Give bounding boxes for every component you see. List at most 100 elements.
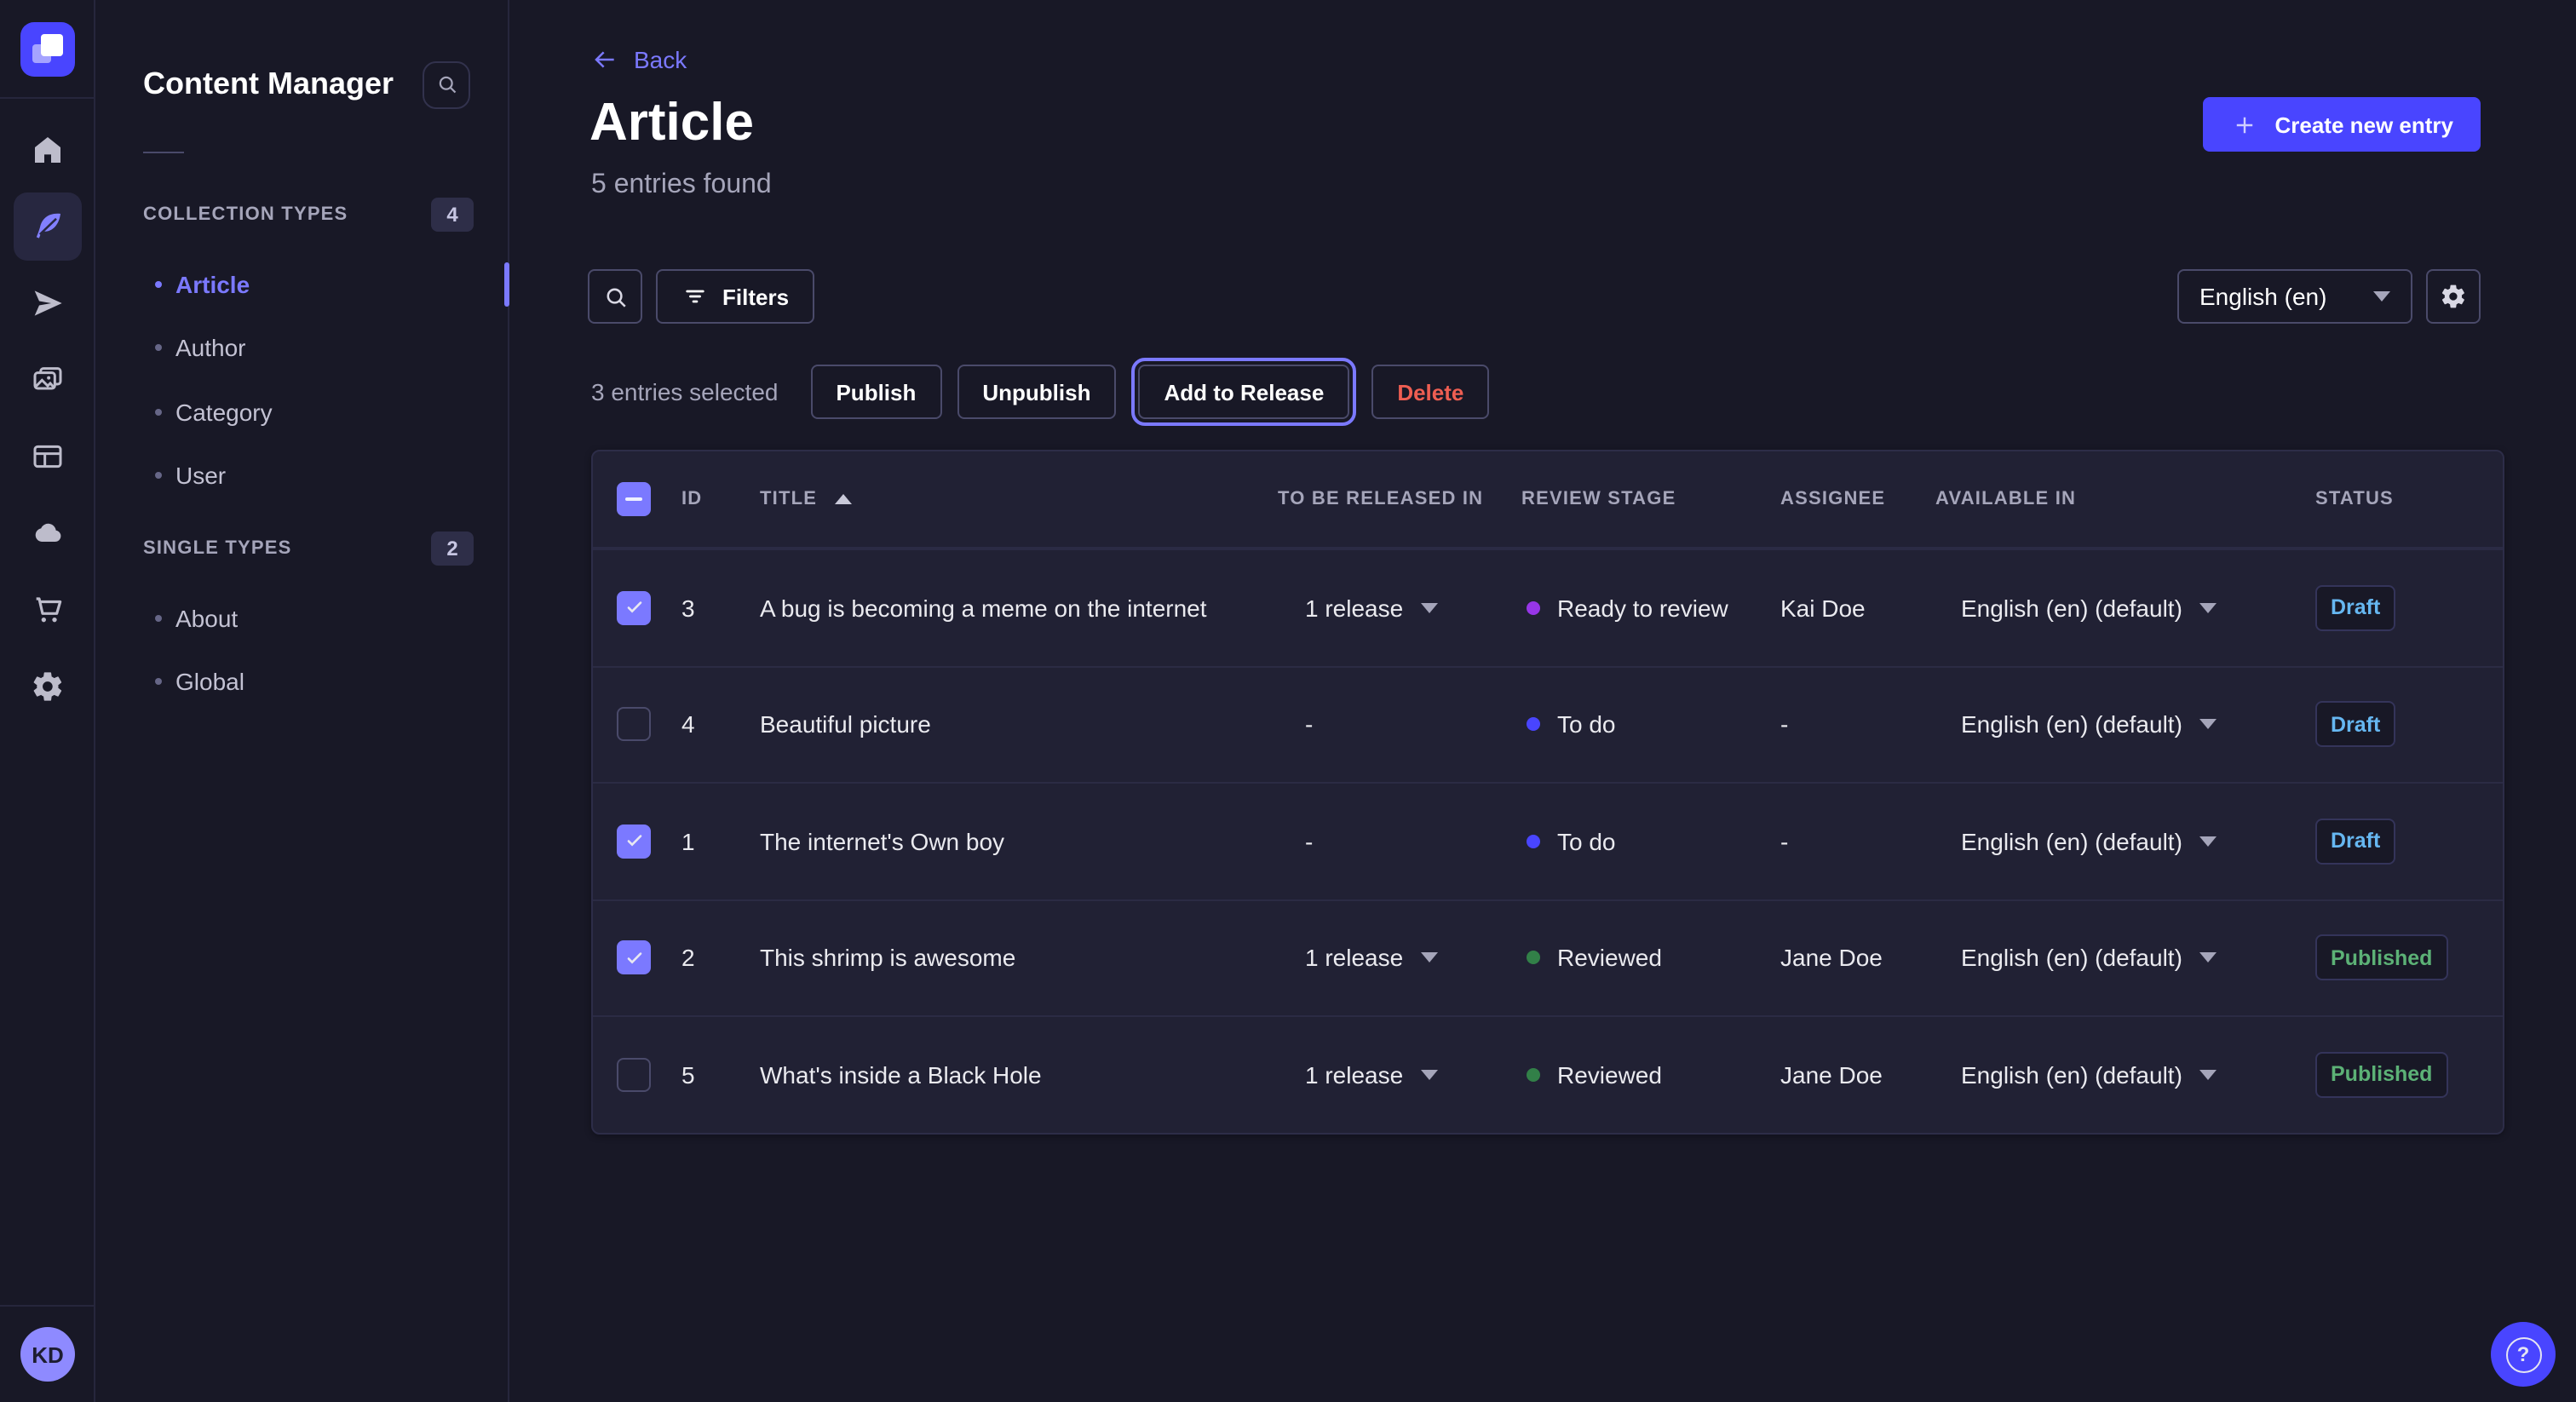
cell-review-stage: Reviewed — [1527, 945, 1662, 972]
row-checkbox[interactable] — [617, 708, 651, 742]
publish-button[interactable]: Publish — [810, 365, 941, 419]
row-checkbox[interactable] — [617, 941, 651, 975]
select-all-checkbox[interactable] — [617, 482, 651, 516]
cell-assignee: Jane Doe — [1780, 1061, 1883, 1089]
cell-id: 3 — [681, 595, 695, 622]
release-caret-icon — [1420, 953, 1437, 963]
review-stage-dot — [1527, 835, 1540, 848]
filters-button[interactable]: Filters — [656, 269, 814, 324]
review-stage-dot — [1527, 1068, 1540, 1082]
plus-icon — [2230, 110, 2259, 139]
indeterminate-dash-icon — [625, 497, 642, 501]
cell-available-in[interactable]: English (en) (default) — [1961, 711, 2217, 738]
column-header-id[interactable]: ID — [681, 489, 702, 509]
locale-select[interactable]: English (en) — [2177, 269, 2412, 324]
sidebar-item-about[interactable]: About — [95, 586, 508, 650]
bulk-actions-bar: 3 entries selected Publish Unpublish Add… — [591, 365, 1489, 419]
sidebar-item-article[interactable]: Article — [95, 252, 508, 316]
cell-available-in[interactable]: English (en) (default) — [1961, 945, 2217, 972]
cell-releases[interactable]: 1 release — [1305, 1061, 1437, 1089]
nav-marketplace[interactable] — [14, 576, 82, 644]
table-row[interactable]: 1 The internet's Own boy - To do - Engli… — [593, 782, 2503, 899]
nav-settings[interactable] — [14, 652, 82, 721]
table-row[interactable]: 5 What's inside a Black Hole 1 release R… — [593, 1015, 2503, 1132]
add-to-release-button[interactable]: Add to Release — [1138, 365, 1349, 419]
create-new-entry-button[interactable]: Create new entry — [2203, 97, 2481, 152]
cell-releases[interactable]: 1 release — [1305, 595, 1437, 622]
cell-title: Beautiful picture — [760, 711, 931, 738]
help-button[interactable]: ? — [2491, 1322, 2556, 1387]
locale-caret-icon — [2199, 836, 2217, 847]
view-settings-button[interactable] — [2426, 269, 2481, 324]
release-caret-icon — [1420, 603, 1437, 613]
sidebar: Content Manager COLLECTION TYPES 4 Artic… — [95, 0, 509, 1402]
nav-home[interactable] — [14, 116, 82, 184]
user-avatar[interactable]: KD — [20, 1327, 75, 1382]
back-link[interactable]: Back — [591, 46, 687, 73]
nav-deploy[interactable] — [14, 499, 82, 567]
cell-assignee: - — [1780, 828, 1788, 855]
cell-title: The internet's Own boy — [760, 828, 1004, 855]
column-header-released: TO BE RELEASED IN — [1278, 489, 1483, 509]
nav-releases[interactable] — [14, 269, 82, 337]
section-label-collection-types: COLLECTION TYPES — [143, 204, 431, 225]
status-badge: Draft — [2315, 585, 2395, 631]
sidebar-item-category[interactable]: Category — [95, 380, 508, 444]
sidebar-divider — [143, 152, 184, 153]
cell-available-in[interactable]: English (en) (default) — [1961, 1061, 2217, 1089]
feather-icon — [31, 210, 65, 244]
sidebar-item-author[interactable]: Author — [95, 316, 508, 380]
cell-review-stage: Ready to review — [1527, 595, 1728, 622]
cell-title: A bug is becoming a meme on the internet — [760, 595, 1207, 622]
table-row[interactable]: 4 Beautiful picture - To do - English (e… — [593, 665, 2503, 782]
row-checkbox[interactable] — [617, 825, 651, 859]
cell-id: 4 — [681, 711, 695, 738]
search-icon — [601, 282, 630, 311]
cell-review-stage: To do — [1527, 711, 1616, 738]
unpublish-button[interactable]: Unpublish — [957, 365, 1116, 419]
selected-count-text: 3 entries selected — [591, 378, 778, 405]
cell-title: What's inside a Black Hole — [760, 1061, 1042, 1089]
cell-available-in[interactable]: English (en) (default) — [1961, 828, 2217, 855]
nav-content-type-builder[interactable] — [14, 422, 82, 491]
sidebar-item-global[interactable]: Global — [95, 650, 508, 714]
single-types-list: About Global — [95, 586, 508, 714]
rail-nav — [0, 116, 95, 721]
strapi-logo[interactable] — [20, 21, 74, 76]
cell-releases[interactable]: 1 release — [1305, 945, 1437, 972]
cell-releases: - — [1305, 828, 1313, 855]
sidebar-title: Content Manager — [143, 66, 423, 102]
column-header-available-in: AVAILABLE IN — [1935, 489, 2076, 509]
row-checkbox[interactable] — [617, 1058, 651, 1092]
row-checkbox[interactable] — [617, 591, 651, 625]
search-entries-button[interactable] — [588, 269, 642, 324]
cart-icon — [31, 593, 65, 627]
sidebar-search-button[interactable] — [423, 60, 470, 108]
status-badge: Published — [2315, 1052, 2447, 1098]
column-header-review-stage: REVIEW STAGE — [1521, 489, 1676, 509]
chevron-down-icon — [2373, 291, 2390, 302]
locale-caret-icon — [2199, 1070, 2217, 1080]
nav-media-library[interactable] — [14, 346, 82, 414]
gear-icon — [31, 669, 65, 704]
nav-content-manager[interactable] — [14, 192, 82, 261]
cell-id: 1 — [681, 828, 695, 855]
images-icon — [31, 363, 65, 397]
collection-types-list: Article Author Category User — [95, 252, 508, 508]
sidebar-item-user[interactable]: User — [95, 444, 508, 508]
back-arrow-icon — [591, 46, 618, 73]
status-badge: Draft — [2315, 702, 2395, 748]
delete-button[interactable]: Delete — [1371, 365, 1489, 419]
locale-caret-icon — [2199, 953, 2217, 963]
entries-count: 5 entries found — [591, 170, 772, 201]
collection-types-count-badge: 4 — [431, 198, 474, 232]
table-header-row: ID TITLE TO BE RELEASED IN REVIEW STAGE … — [593, 451, 2503, 549]
cell-available-in[interactable]: English (en) (default) — [1961, 595, 2217, 622]
column-header-title[interactable]: TITLE — [760, 489, 851, 509]
review-stage-dot — [1527, 951, 1540, 965]
table-row[interactable]: 3 A bug is becoming a meme on the intern… — [593, 549, 2503, 665]
table-row[interactable]: 2 This shrimp is awesome 1 release Revie… — [593, 899, 2503, 1015]
cell-releases: - — [1305, 711, 1313, 738]
sort-ascending-icon — [834, 494, 851, 504]
locale-caret-icon — [2199, 720, 2217, 730]
